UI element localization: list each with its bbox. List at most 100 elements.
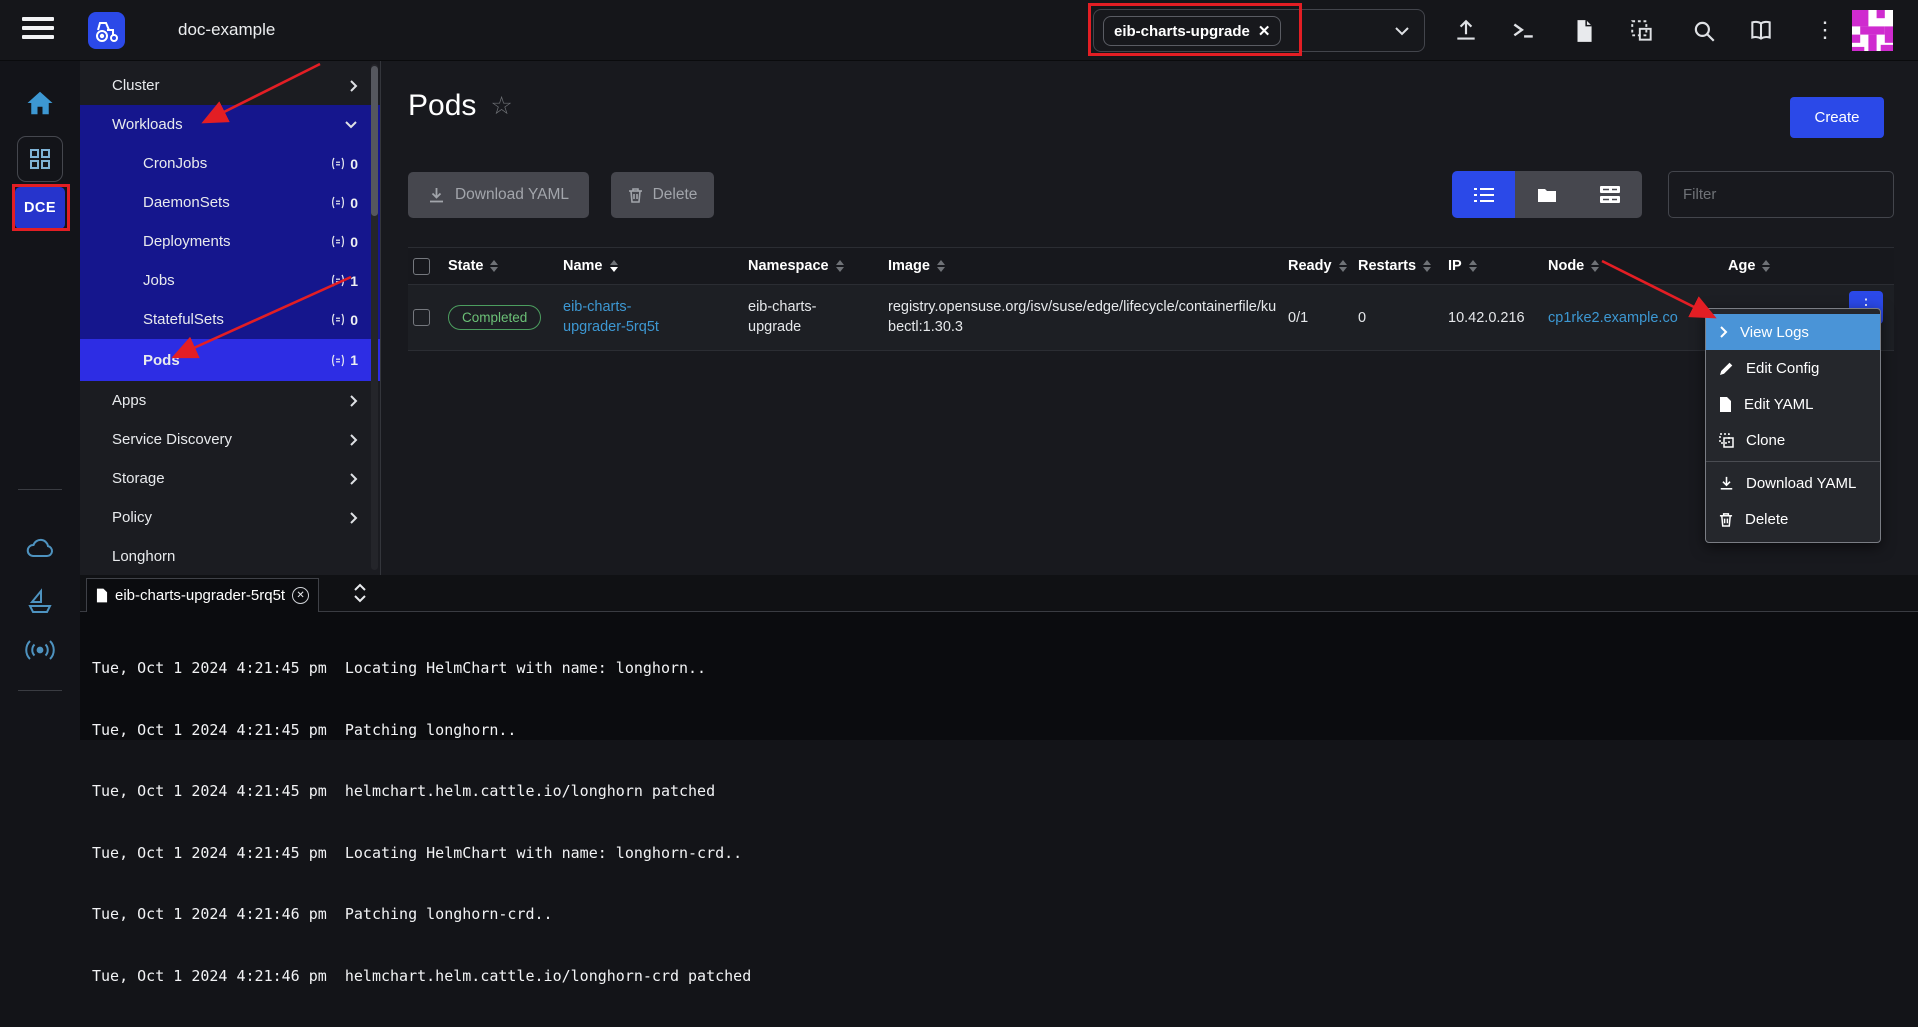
- download-yaml-button[interactable]: Download YAML: [408, 172, 589, 218]
- header-name[interactable]: Name: [563, 258, 748, 274]
- page-title: Pods: [408, 89, 476, 123]
- sidebar-item-longhorn[interactable]: Longhorn: [80, 537, 380, 575]
- header-ready[interactable]: Ready: [1288, 258, 1358, 274]
- menu-item-view-logs[interactable]: View Logs: [1706, 314, 1880, 350]
- menu-item-clone[interactable]: Clone: [1706, 422, 1880, 458]
- home-icon[interactable]: [25, 88, 55, 118]
- filter-input[interactable]: [1668, 171, 1894, 218]
- favorite-star-icon[interactable]: ☆: [490, 91, 512, 121]
- count-icon: [331, 274, 345, 287]
- sidebar-item-cronjobs[interactable]: CronJobs 0: [80, 144, 380, 183]
- header-ip[interactable]: IP: [1448, 258, 1548, 274]
- search-filter-chip[interactable]: eib-charts-upgrade ✕: [1103, 16, 1281, 46]
- header-age[interactable]: Age: [1728, 258, 1894, 274]
- sidebar-item-statefulsets[interactable]: StatefulSets 0: [80, 300, 380, 339]
- row-checkbox[interactable]: [413, 309, 430, 326]
- kubectl-shell-icon[interactable]: [1510, 18, 1536, 44]
- chevron-down-icon[interactable]: [1394, 24, 1410, 38]
- chevron-right-icon: [349, 511, 358, 525]
- list-icon: [1474, 187, 1494, 203]
- sidebar-item-jobs[interactable]: Jobs 1: [80, 261, 380, 300]
- chevron-right-icon: [1719, 325, 1728, 339]
- sort-icon: [1762, 260, 1770, 272]
- user-avatar[interactable]: [1852, 10, 1893, 51]
- trash-icon: [1719, 512, 1733, 527]
- rail-cluster-dce[interactable]: DCE: [15, 187, 65, 229]
- ship-icon[interactable]: [26, 588, 54, 616]
- sidebar-item-cluster[interactable]: Cluster: [80, 66, 380, 105]
- sidebar-item-pods[interactable]: Pods 1: [80, 339, 380, 381]
- header-state[interactable]: State: [448, 258, 563, 274]
- upload-icon[interactable]: [1453, 18, 1479, 44]
- sort-icon: [836, 260, 844, 272]
- grid-icon: [29, 148, 51, 170]
- sidebar-item-policy[interactable]: Policy: [80, 498, 380, 537]
- download-icon: [428, 187, 445, 204]
- sort-icon: [1339, 260, 1347, 272]
- file-icon: [96, 588, 108, 603]
- log-line: Tue, Oct 1 2024 4:21:45 pm Patching long…: [92, 720, 1918, 741]
- sidebar-item-apps[interactable]: Apps: [80, 381, 380, 420]
- chevron-right-icon: [349, 433, 358, 447]
- count-icon: [331, 235, 345, 248]
- menu-item-edit-config[interactable]: Edit Config: [1706, 350, 1880, 386]
- count-icon: [331, 196, 345, 209]
- log-tab[interactable]: eib-charts-upgrader-5rq5t ✕: [86, 578, 319, 612]
- sidebar-item-service-discovery[interactable]: Service Discovery: [80, 420, 380, 459]
- hamburger-menu-icon[interactable]: [22, 17, 54, 43]
- panel-resize-toggle[interactable]: [352, 581, 368, 605]
- sort-icon: [937, 260, 945, 272]
- pod-name-link[interactable]: eib-charts-upgrader-5rq5t: [563, 298, 688, 337]
- sidebar-item-daemonsets[interactable]: DaemonSets 0: [80, 183, 380, 222]
- delete-button[interactable]: Delete: [611, 172, 714, 218]
- grouped-list-icon: [1600, 186, 1620, 203]
- header-namespace[interactable]: Namespace: [748, 258, 888, 274]
- sidebar-scrollbar-thumb[interactable]: [371, 66, 378, 216]
- menu-divider: [1706, 461, 1880, 462]
- menu-item-download-yaml[interactable]: Download YAML: [1706, 465, 1880, 501]
- menu-item-edit-yaml[interactable]: Edit YAML: [1706, 386, 1880, 422]
- top-bar: doc-example eib-charts-upgrade ✕ ⋮: [0, 0, 1918, 61]
- folder-view-button[interactable]: [1515, 171, 1578, 218]
- ip-cell: 10.42.0.216: [1448, 310, 1548, 326]
- docs-book-icon[interactable]: [1748, 18, 1774, 44]
- import-yaml-icon[interactable]: [1629, 18, 1655, 44]
- cluster-logo[interactable]: [88, 12, 125, 49]
- image-cell: registry.opensuse.org/isv/suse/edge/life…: [888, 298, 1283, 337]
- sidebar-item-storage[interactable]: Storage: [80, 459, 380, 498]
- log-line: Tue, Oct 1 2024 4:21:45 pm Locating Helm…: [92, 843, 1918, 864]
- create-button[interactable]: Create: [1790, 97, 1884, 138]
- count-icon: [331, 354, 345, 367]
- fleet-signal-icon[interactable]: [25, 638, 55, 662]
- table-row: Completed eib-charts-upgrader-5rq5t eib-…: [408, 285, 1894, 351]
- sort-icon: [1591, 260, 1599, 272]
- clone-icon: [1719, 433, 1734, 448]
- sort-icon: [1469, 260, 1477, 272]
- log-line: Tue, Oct 1 2024 4:21:46 pm Patching long…: [92, 904, 1918, 925]
- list-view-button[interactable]: [1452, 171, 1515, 218]
- file-icon[interactable]: [1571, 18, 1597, 44]
- sidebar-item-workloads[interactable]: Workloads: [80, 105, 380, 144]
- select-all-checkbox[interactable]: [413, 258, 430, 275]
- chip-clear-icon[interactable]: ✕: [1258, 22, 1271, 40]
- cloud-icon[interactable]: [25, 536, 55, 562]
- cluster-manager-button[interactable]: [17, 136, 63, 182]
- pod-logs-panel: eib-charts-upgrader-5rq5t ✕ Tue, Oct 1 2…: [80, 575, 1918, 740]
- row-context-menu: View Logs Edit Config Edit YAML Clone Do…: [1705, 308, 1881, 543]
- search-icon[interactable]: [1691, 18, 1717, 44]
- workloads-group: Workloads CronJobs 0 DaemonSets 0 Deploy…: [80, 105, 380, 381]
- close-tab-icon[interactable]: ✕: [292, 587, 309, 604]
- folder-icon: [1537, 187, 1557, 203]
- node-link[interactable]: cp1rke2.example.co: [1548, 310, 1678, 326]
- grouped-view-button[interactable]: [1579, 171, 1642, 218]
- header-node[interactable]: Node: [1548, 258, 1728, 274]
- cluster-nav-sidebar: Cluster Workloads CronJobs 0 DaemonSets …: [80, 61, 381, 575]
- menu-item-delete[interactable]: Delete: [1706, 501, 1880, 537]
- header-image[interactable]: Image: [888, 258, 1288, 274]
- header-restarts[interactable]: Restarts: [1358, 258, 1448, 274]
- cluster-name: doc-example: [178, 20, 275, 40]
- sidebar-item-deployments[interactable]: Deployments 0: [80, 222, 380, 261]
- log-output[interactable]: Tue, Oct 1 2024 4:21:45 pm Locating Helm…: [80, 612, 1918, 1027]
- kebab-menu-icon[interactable]: ⋮: [1812, 18, 1838, 44]
- resource-search-box[interactable]: eib-charts-upgrade ✕: [1093, 9, 1425, 52]
